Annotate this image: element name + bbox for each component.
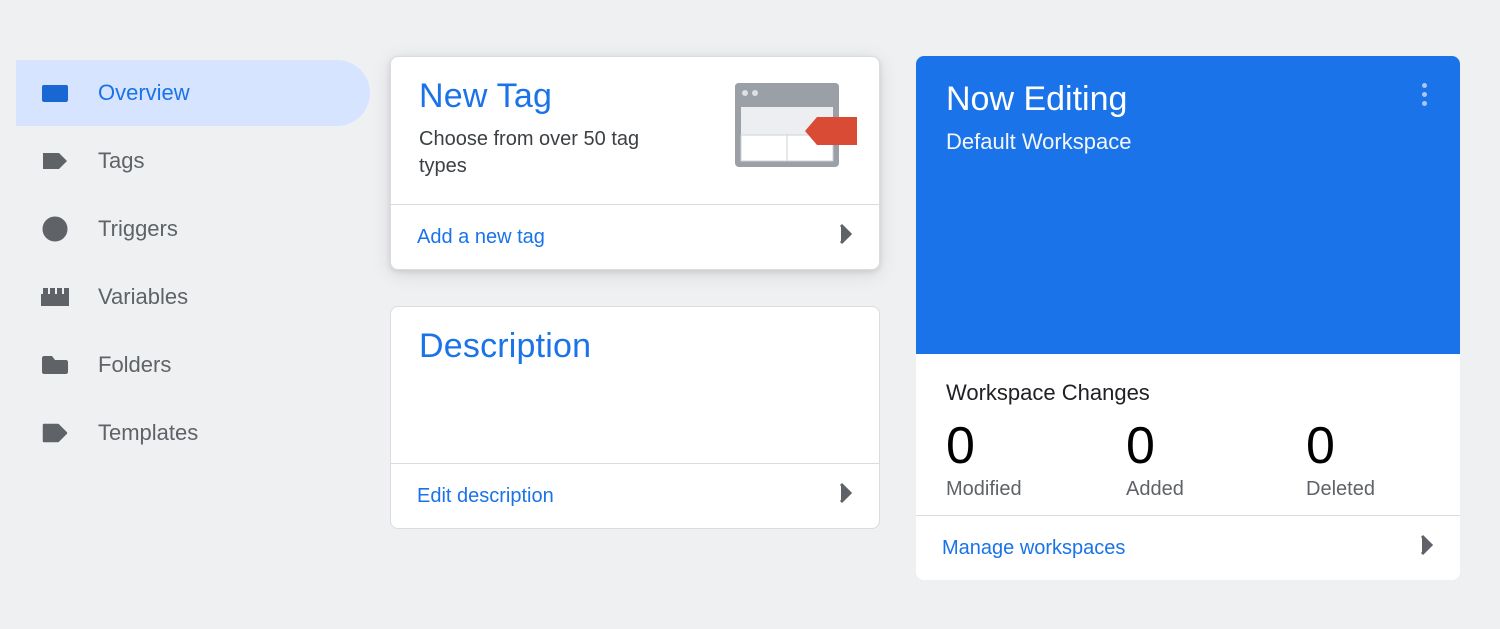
more-vert-icon	[1422, 83, 1427, 88]
stat-value: 0	[1126, 420, 1246, 472]
stat-deleted: 0 Deleted	[1306, 420, 1426, 501]
new-tag-card-body: New Tag Choose from over 50 tag types	[391, 57, 879, 204]
sidebar-item-tags[interactable]: Tags	[16, 128, 370, 194]
template-icon	[40, 423, 70, 443]
sidebar-item-folders[interactable]: Folders	[16, 332, 370, 398]
tag-icon	[40, 151, 70, 171]
edit-description-label: Edit description	[417, 485, 554, 508]
sidebar-item-label: Folders	[98, 352, 171, 378]
page: Overview Tags Triggers Variables Folders	[0, 0, 1500, 629]
stat-added: 0 Added	[1126, 420, 1246, 501]
more-vert-icon	[1422, 92, 1427, 97]
edit-description-button[interactable]: Edit description	[391, 463, 879, 528]
variables-icon	[40, 288, 70, 306]
new-tag-card: New Tag Choose from over 50 tag types	[390, 56, 880, 270]
stat-value: 0	[946, 420, 1066, 472]
now-editing-workspace: Default Workspace	[946, 129, 1430, 155]
stat-label: Deleted	[1306, 478, 1426, 501]
more-vert-icon	[1422, 101, 1427, 106]
manage-workspaces-label: Manage workspaces	[942, 537, 1125, 560]
now-editing-title: Now Editing	[946, 80, 1430, 119]
stat-label: Added	[1126, 478, 1246, 501]
stat-modified: 0 Modified	[946, 420, 1066, 501]
manage-workspaces-button[interactable]: Manage workspaces	[916, 515, 1460, 580]
sidebar-item-variables[interactable]: Variables	[16, 264, 370, 330]
description-title: Description	[419, 327, 851, 366]
chevron-right-icon	[1420, 534, 1434, 562]
sidebar-item-label: Triggers	[98, 216, 178, 242]
add-new-tag-label: Add a new tag	[417, 226, 545, 249]
right-column: Now Editing Default Workspace Workspace …	[916, 56, 1460, 629]
content: New Tag Choose from over 50 tag types	[390, 56, 1500, 629]
tag-illustration-icon	[727, 75, 857, 180]
chevron-right-icon	[839, 223, 853, 251]
sidebar-item-templates[interactable]: Templates	[16, 400, 370, 466]
left-column: New Tag Choose from over 50 tag types	[390, 56, 880, 629]
sidebar: Overview Tags Triggers Variables Folders	[0, 56, 390, 629]
description-card-body: Description	[391, 307, 879, 463]
workspace-changes-stats: 0 Modified 0 Added 0 Deleted	[946, 420, 1430, 501]
stat-value: 0	[1306, 420, 1426, 472]
overview-icon	[40, 82, 70, 104]
more-options-button[interactable]	[1412, 82, 1436, 106]
chevron-right-icon	[839, 482, 853, 510]
sidebar-item-triggers[interactable]: Triggers	[16, 196, 370, 262]
sidebar-item-label: Variables	[98, 284, 188, 310]
stat-label: Modified	[946, 478, 1066, 501]
trigger-icon	[40, 216, 70, 242]
now-editing-header: Now Editing Default Workspace	[916, 56, 1460, 354]
sidebar-item-label: Templates	[98, 420, 198, 446]
description-card: Description Edit description	[390, 306, 880, 529]
folder-icon	[40, 354, 70, 376]
sidebar-item-label: Tags	[98, 148, 144, 174]
sidebar-item-overview[interactable]: Overview	[16, 60, 370, 126]
now-editing-card: Now Editing Default Workspace Workspace …	[916, 56, 1460, 580]
sidebar-item-label: Overview	[98, 80, 190, 106]
workspace-changes: Workspace Changes 0 Modified 0 Added 0 D	[916, 354, 1460, 515]
add-new-tag-button[interactable]: Add a new tag	[391, 204, 879, 269]
new-tag-subtitle: Choose from over 50 tag types	[419, 126, 679, 180]
workspace-changes-title: Workspace Changes	[946, 380, 1430, 406]
